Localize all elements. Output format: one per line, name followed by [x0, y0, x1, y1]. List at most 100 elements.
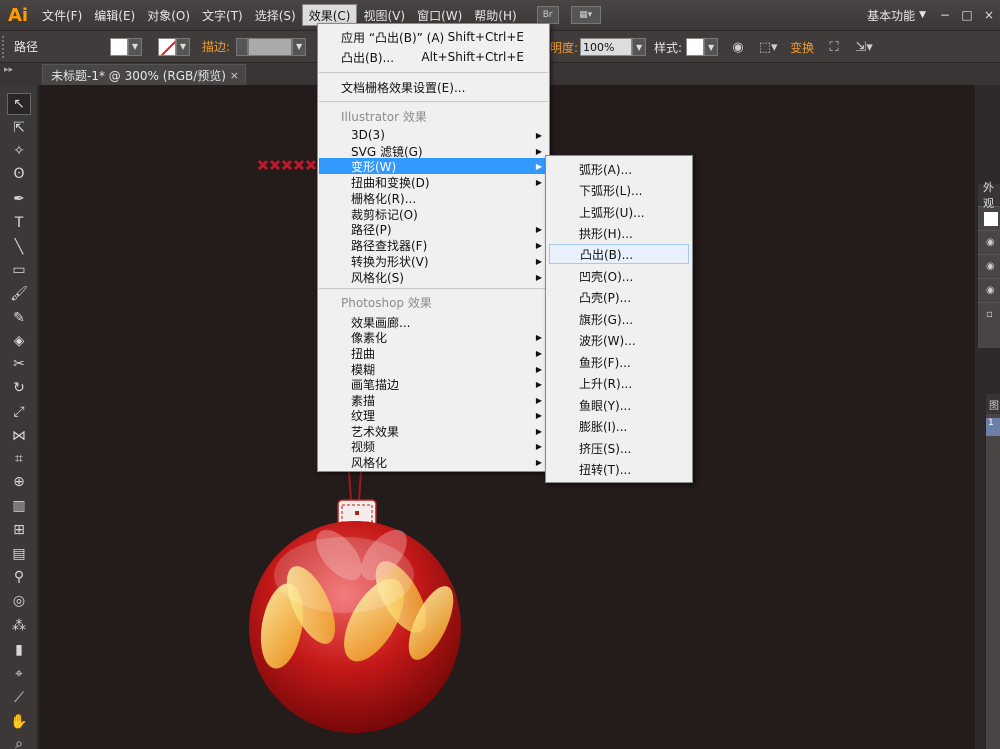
magic-wand-tool-icon[interactable]: ✧ [7, 140, 31, 162]
hand-tool-icon[interactable]: ✋ [7, 711, 31, 733]
isolate-icon[interactable]: ⛶ [824, 37, 844, 57]
fill-swatch[interactable] [110, 37, 128, 56]
menu-type[interactable]: 文字(T) [196, 4, 249, 26]
menu-item-path[interactable]: 路径(P) ▶ [319, 221, 548, 237]
menu-item-brush-strokes[interactable]: 画笔描边 ▶ [319, 376, 548, 392]
stroke-swatch[interactable] [158, 37, 176, 56]
layers-panel-tab[interactable]: 图 [986, 394, 1000, 414]
submenu-item-arc[interactable]: 弧形(A)... [547, 159, 691, 179]
menu-item-distort-transform[interactable]: 扭曲和变换(D) ▶ [319, 174, 548, 190]
recolor-artwork-icon[interactable]: ◉ [728, 37, 748, 57]
submenu-item-arc-upper[interactable]: 上弧形(U)... [547, 202, 691, 222]
fill-dropdown[interactable]: ▼ [128, 37, 142, 56]
stroke-dropdown[interactable]: ▼ [176, 37, 190, 56]
workspace-switcher[interactable]: 基本功能 ▼ [867, 7, 934, 24]
ornament-ball[interactable] [249, 521, 462, 733]
menu-item-last-effect[interactable]: 凸出(B)... Alt+Shift+Ctrl+E [319, 49, 548, 65]
blend-tool-icon[interactable]: ◎ [7, 590, 31, 612]
layer-row[interactable]: 1 [986, 418, 1000, 436]
graphic-style-swatch[interactable] [686, 38, 705, 56]
pen-tool-icon[interactable]: ✒ [7, 188, 31, 210]
submenu-item-twist[interactable]: 扭转(T)... [547, 459, 691, 479]
selection-tool-icon[interactable]: ↖ [7, 93, 31, 115]
submenu-item-arc-lower[interactable]: 下弧形(L)... [547, 180, 691, 200]
close-tab-icon[interactable]: × [230, 69, 239, 82]
submenu-item-flag[interactable]: 旗形(G)... [547, 309, 691, 329]
document-tab[interactable]: 未标题-1* @ 300% (RGB/预览) × [42, 64, 246, 85]
visibility-eye-icon[interactable]: ◉ [986, 261, 995, 272]
menu-item-pixelate[interactable]: 像素化 ▶ [319, 329, 548, 345]
menu-select[interactable]: 选择(S) [249, 4, 302, 26]
submenu-item-arch[interactable]: 拱形(H)... [547, 223, 691, 243]
opacity-field[interactable]: 100% [580, 38, 633, 56]
column-graph-tool-icon[interactable]: ▮ [7, 639, 31, 661]
submenu-item-shell-lower[interactable]: 凹壳(O)... [547, 266, 691, 286]
direct-selection-tool-icon[interactable]: ⇱ [7, 117, 31, 139]
collapse-icon[interactable]: ▸▸ [4, 65, 13, 75]
gradient-tool-icon[interactable]: ▤ [7, 543, 31, 565]
submenu-item-fish[interactable]: 鱼形(F)... [547, 352, 691, 372]
paintbrush-tool-icon[interactable]: 🖌 [7, 283, 31, 305]
menu-item-document-raster-settings[interactable]: 文档栅格效果设置(E)... [319, 79, 548, 95]
close-button[interactable]: × [978, 4, 1000, 26]
submenu-item-wave[interactable]: 波形(W)... [547, 330, 691, 350]
slice-tool-icon[interactable]: ⟋ [7, 687, 31, 709]
symbol-sprayer-tool-icon[interactable]: ⁂ [7, 615, 31, 637]
opacity-label[interactable]: 明度: [550, 39, 578, 56]
mesh-tool-icon[interactable]: ⊞ [7, 519, 31, 541]
stroke-weight-stepper[interactable] [236, 37, 249, 56]
menu-item-3d[interactable]: 3D(3) ▶ [319, 127, 548, 143]
align-icon[interactable]: ⬚▾ [758, 37, 778, 57]
menu-file[interactable]: 文件(F) [36, 4, 88, 26]
pencil-tool-icon[interactable]: ✎ [7, 307, 31, 329]
submenu-item-fisheye[interactable]: 鱼眼(Y)... [547, 395, 691, 415]
menu-edit[interactable]: 编辑(E) [88, 4, 141, 26]
appearance-panel-tab[interactable]: 外观 [978, 181, 1000, 210]
graph-tool-icon[interactable]: ▥ [7, 495, 31, 517]
appearance-row[interactable]: ◉ [978, 278, 1000, 302]
zoom-tool-icon[interactable]: ⌕ [7, 733, 31, 749]
menu-item-texture[interactable]: 纹理 ▶ [319, 407, 548, 423]
new-item-icon[interactable]: ▫ [986, 309, 993, 320]
appearance-footer[interactable]: ▫ [978, 302, 1000, 326]
eyedropper-tool-icon[interactable]: ⚲ [7, 566, 31, 588]
shape-builder-tool-icon[interactable]: ⊕ [7, 471, 31, 493]
free-transform-tool-icon[interactable]: ⌗ [7, 448, 31, 470]
visibility-eye-icon[interactable]: ◉ [986, 237, 995, 248]
arrange-documents-icon[interactable]: ▦▾ [570, 6, 601, 24]
panel-menu-icon[interactable]: ⇲▾ [854, 37, 874, 57]
submenu-item-squeeze[interactable]: 挤压(S)... [547, 438, 691, 458]
appearance-row[interactable]: ◉ [978, 230, 1000, 254]
minimize-button[interactable]: − [934, 4, 956, 26]
panel-grip[interactable] [2, 35, 8, 58]
lasso-tool-icon[interactable]: ʘ [7, 163, 31, 185]
transform-link[interactable]: 变换 [790, 39, 814, 56]
menu-item-warp[interactable]: 变形(W) ▶ [319, 158, 548, 174]
menu-item-distort[interactable]: 扭曲 ▶ [319, 345, 548, 361]
menu-item-convert-to-shape[interactable]: 转换为形状(V) ▶ [319, 253, 548, 269]
menu-item-rasterize[interactable]: 栅格化(R)... [319, 190, 548, 206]
stroke-weight-dropdown[interactable]: ▼ [292, 37, 307, 56]
maximize-button[interactable]: □ [956, 4, 978, 26]
type-tool-icon[interactable]: T [7, 212, 31, 234]
rotate-tool-icon[interactable]: ↻ [7, 377, 31, 399]
menu-item-stylize[interactable]: 风格化(S) ▶ [319, 269, 548, 285]
stroke-weight-field[interactable] [248, 37, 293, 56]
appearance-row[interactable]: ◉ [978, 254, 1000, 278]
scissors-tool-icon[interactable]: ✂ [7, 353, 31, 375]
bridge-icon[interactable]: Br [536, 6, 559, 24]
blob-brush-tool-icon[interactable]: ◈ [7, 330, 31, 352]
opacity-dropdown[interactable]: ▼ [632, 38, 647, 56]
graphic-style-dropdown[interactable]: ▼ [704, 38, 719, 56]
artboard-tool-icon[interactable]: ⌖ [7, 663, 31, 685]
menu-item-pathfinder[interactable]: 路径查找器(F) ▶ [319, 237, 548, 253]
menu-item-video[interactable]: 视频 ▶ [319, 438, 548, 454]
menu-object[interactable]: 对象(O) [141, 4, 196, 26]
menu-item-apply-last-effect[interactable]: 应用 “凸出(B)” (A) Shift+Ctrl+E [319, 29, 548, 45]
submenu-item-rise[interactable]: 上升(R)... [547, 373, 691, 393]
visibility-eye-icon[interactable]: ◉ [986, 285, 995, 296]
scale-tool-icon[interactable]: ⤢ [7, 401, 31, 423]
menu-item-stylize-photoshop[interactable]: 风格化 ▶ [319, 454, 548, 470]
submenu-item-inflate[interactable]: 膨胀(I)... [547, 416, 691, 436]
rectangle-tool-icon[interactable]: ▭ [7, 259, 31, 281]
